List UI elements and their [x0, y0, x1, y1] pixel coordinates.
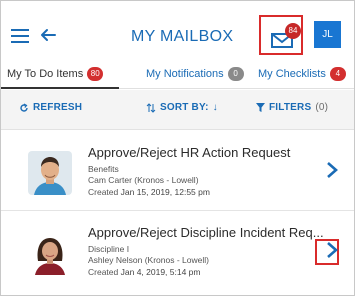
filters-count: (0)	[315, 102, 329, 113]
item-title: Approve/Reject HR Action Request	[88, 145, 291, 160]
active-tab-indicator	[1, 87, 119, 89]
list-item[interactable]: Approve/Reject Discipline Incident Req..…	[1, 211, 354, 291]
mail-count-badge: 84	[285, 23, 301, 39]
mailbox-screen: MY MAILBOX 84 JL My To Do Items 80 My No…	[0, 0, 355, 296]
created-label: Created	[88, 267, 119, 277]
tab-my-notifications[interactable]: My Notifications 0	[146, 59, 244, 89]
list-toolbar: REFRESH SORT BY: ↓ FILTERS (0)	[1, 90, 354, 130]
sort-button[interactable]: SORT BY: ↓	[146, 102, 218, 113]
person-photo	[28, 231, 72, 275]
back-arrow-icon[interactable]	[38, 25, 58, 45]
refresh-icon	[20, 102, 28, 112]
app-header: MY MAILBOX 84 JL	[1, 1, 354, 59]
tab-my-checklists[interactable]: My Checklists 4	[258, 59, 346, 89]
sort-label: SORT BY:	[160, 102, 209, 113]
person-photo	[28, 151, 72, 195]
tab-label: My Checklists	[258, 68, 326, 80]
filters-label: FILTERS	[269, 102, 312, 113]
created-date: Jan 15, 2019, 12:55 pm	[120, 187, 210, 197]
tab-badge: 4	[329, 67, 346, 81]
tab-label: My To Do Items	[7, 68, 84, 80]
refresh-button[interactable]: REFRESH	[19, 102, 82, 113]
list-item[interactable]: Approve/Reject HR Action Request Benefit…	[1, 131, 354, 211]
menu-icon[interactable]	[11, 29, 29, 43]
tab-bar: My To Do Items 80 My Notifications 0 My …	[1, 59, 354, 89]
mail-button[interactable]: 84	[259, 15, 303, 55]
todo-list: Approve/Reject HR Action Request Benefit…	[1, 131, 354, 291]
item-person: Cam Carter (Kronos - Lowell)	[88, 175, 199, 185]
tab-badge: 80	[87, 67, 104, 81]
filter-icon	[256, 103, 265, 112]
created-date: Jan 4, 2019, 5:14 pm	[120, 267, 201, 277]
item-title: Approve/Reject Discipline Incident Req..…	[88, 225, 324, 240]
item-category: Discipline I	[88, 244, 130, 254]
chevron-right-icon[interactable]	[325, 161, 339, 179]
tab-label: My Notifications	[146, 68, 224, 80]
page-title: MY MAILBOX	[131, 28, 234, 45]
avatar[interactable]: JL	[314, 21, 341, 48]
refresh-label: REFRESH	[33, 102, 83, 113]
tab-badge: 0	[227, 67, 244, 81]
created-label: Created	[88, 187, 119, 197]
filters-button[interactable]: FILTERS (0)	[256, 102, 328, 113]
chevron-right-icon[interactable]	[325, 241, 339, 259]
item-created: Created Jan 4, 2019, 5:14 pm	[88, 267, 201, 277]
sort-icon	[146, 102, 156, 113]
tab-my-to-do-items[interactable]: My To Do Items 80	[7, 59, 104, 89]
item-created: Created Jan 15, 2019, 12:55 pm	[88, 187, 210, 197]
item-person: Ashley Nelson (Kronos - Lowell)	[88, 255, 209, 265]
item-category: Benefits	[88, 164, 119, 174]
sort-direction: ↓	[212, 102, 218, 113]
